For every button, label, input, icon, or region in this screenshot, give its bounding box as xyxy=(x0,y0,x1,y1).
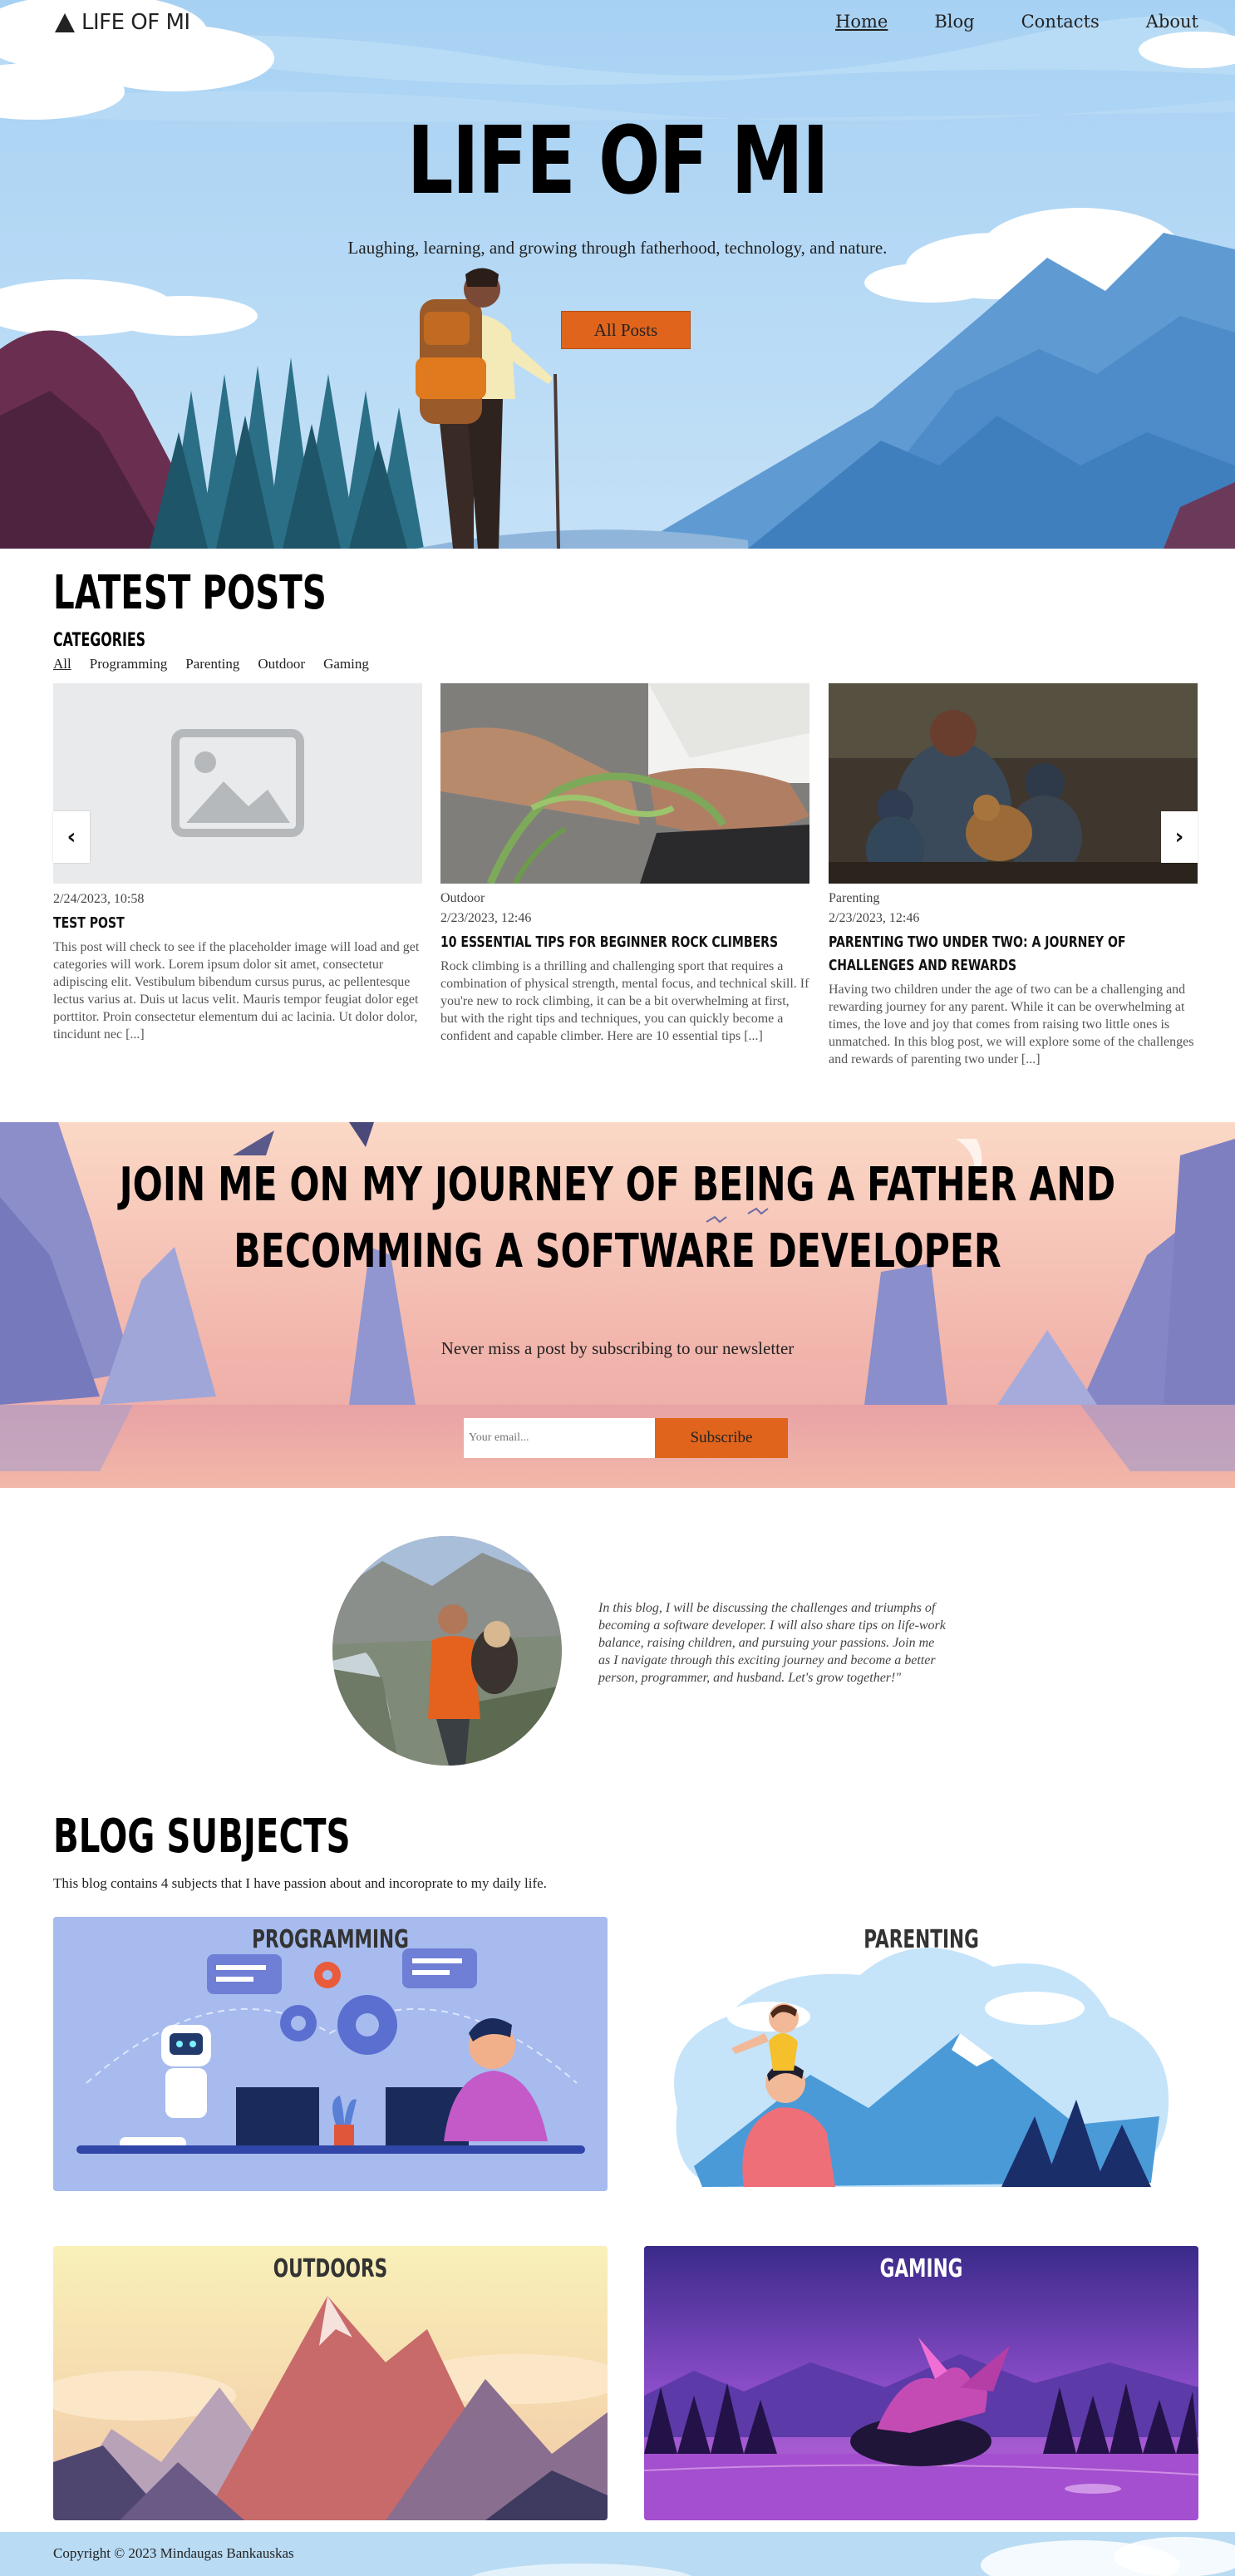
post-category: Parenting xyxy=(829,891,880,905)
post-card[interactable]: 2/24/2023, 10:58 TEST POST This post wil… xyxy=(53,683,422,1043)
hero-subtitle: Laughing, learning, and growing through … xyxy=(347,238,888,258)
post-title[interactable]: PARENTING TWO UNDER TWO: A JOURNEY OF CH… xyxy=(829,931,1178,978)
post-title[interactable]: 10 ESSENTIAL TIPS FOR BEGINNER ROCK CLIM… xyxy=(440,931,810,954)
climbing-rope-photo[interactable] xyxy=(440,683,809,884)
about-text: In this blog, I will be discussing the c… xyxy=(598,1601,946,1685)
blog-subjects-title: BLOG SUBJECTS xyxy=(53,1810,351,1864)
subject-parenting[interactable]: PARENTING xyxy=(644,1917,1198,2191)
newsletter-subtitle: Never miss a post by subscribing to our … xyxy=(440,1338,795,1358)
hero-title: LIFE OF MI xyxy=(406,107,829,215)
parenting-illustration xyxy=(644,1917,1198,2191)
subscribe-button[interactable]: Subscribe xyxy=(655,1418,788,1458)
site-logo[interactable]: LIFE OF MI xyxy=(53,10,190,35)
nav-link-blog[interactable]: Blog xyxy=(934,12,974,32)
newsletter-form: Subscribe xyxy=(464,1418,788,1458)
post-category: Outdoor xyxy=(440,891,485,905)
placeholder-image-icon[interactable] xyxy=(53,683,422,884)
subject-gaming[interactable]: GAMING xyxy=(644,2246,1198,2520)
copyright-text: Copyright © 2023 Mindaugas Bankauskas xyxy=(53,2545,294,2561)
top-navigation: LIFE OF MI Home Blog Contacts About xyxy=(0,0,1235,47)
mountain-logo-icon xyxy=(55,13,75,32)
category-parenting[interactable]: Parenting xyxy=(185,656,239,672)
nav-link-home[interactable]: Home xyxy=(835,12,888,32)
nav-link-about[interactable]: About xyxy=(1146,12,1198,32)
carousel-prev-button[interactable]: ‹ xyxy=(53,811,90,863)
categories-title: CATEGORIES xyxy=(53,630,146,651)
post-excerpt: Having two children under the age of two… xyxy=(829,983,1194,1066)
subject-label: GAMING xyxy=(879,2254,963,2283)
all-posts-button[interactable]: All Posts xyxy=(561,311,691,349)
nav-links: Home Blog Contacts About xyxy=(835,12,1198,32)
post-title[interactable]: TEST POST xyxy=(53,912,423,935)
post-card[interactable]: Outdoor 2/23/2023, 12:46 10 ESSENTIAL TI… xyxy=(440,683,809,1045)
category-programming[interactable]: Programming xyxy=(90,656,168,672)
gaming-illustration xyxy=(644,2246,1198,2520)
post-card[interactable]: Parenting 2/23/2023, 12:46 PARENTING TWO… xyxy=(829,683,1198,1068)
subject-label: PROGRAMMING xyxy=(252,1925,409,1954)
category-all[interactable]: All xyxy=(53,656,71,672)
latest-posts-title: LATEST POSTS xyxy=(53,566,327,620)
programming-illustration xyxy=(53,1917,608,2191)
email-input[interactable] xyxy=(464,1418,655,1458)
post-date: 2/23/2023, 12:46 xyxy=(829,911,920,925)
post-date: 2/24/2023, 10:58 xyxy=(53,892,145,906)
footer: Copyright © 2023 Mindaugas Bankauskas xyxy=(0,2532,1235,2576)
subject-label: PARENTING xyxy=(864,1925,979,1954)
logo-text: LIFE OF MI xyxy=(81,10,190,35)
carousel-next-button[interactable]: › xyxy=(1161,811,1198,863)
subject-programming[interactable]: PROGRAMMING xyxy=(53,1917,608,2191)
family-with-dog-photo[interactable] xyxy=(829,683,1198,884)
outdoors-illustration xyxy=(53,2246,608,2520)
subject-outdoors[interactable]: OUTDOORS xyxy=(53,2246,608,2520)
post-date: 2/23/2023, 12:46 xyxy=(440,911,532,925)
newsletter-title: JOIN ME ON MY JOURNEY OF BEING A FATHER … xyxy=(119,1158,1116,1278)
nav-link-contacts[interactable]: Contacts xyxy=(1021,12,1100,32)
author-avatar xyxy=(332,1536,562,1766)
category-outdoor[interactable]: Outdoor xyxy=(258,656,305,672)
newsletter-section: JOIN ME ON MY JOURNEY OF BEING A FATHER … xyxy=(0,1122,1235,1488)
post-excerpt: This post will check to see if the place… xyxy=(53,940,420,1042)
subject-label: OUTDOORS xyxy=(273,2254,388,2283)
category-gaming[interactable]: Gaming xyxy=(323,656,369,672)
hero-section: LIFE OF MI Home Blog Contacts About LIFE… xyxy=(0,0,1235,549)
chevron-right-icon: › xyxy=(1174,825,1184,850)
category-filter: All Programming Parenting Outdoor Gaming xyxy=(53,656,369,672)
hero-background-illustration xyxy=(0,0,1235,549)
blog-subjects-description: This blog contains 4 subjects that I hav… xyxy=(53,1875,547,1891)
chevron-left-icon: ‹ xyxy=(66,825,76,850)
post-excerpt: Rock climbing is a thrilling and challen… xyxy=(440,959,809,1043)
